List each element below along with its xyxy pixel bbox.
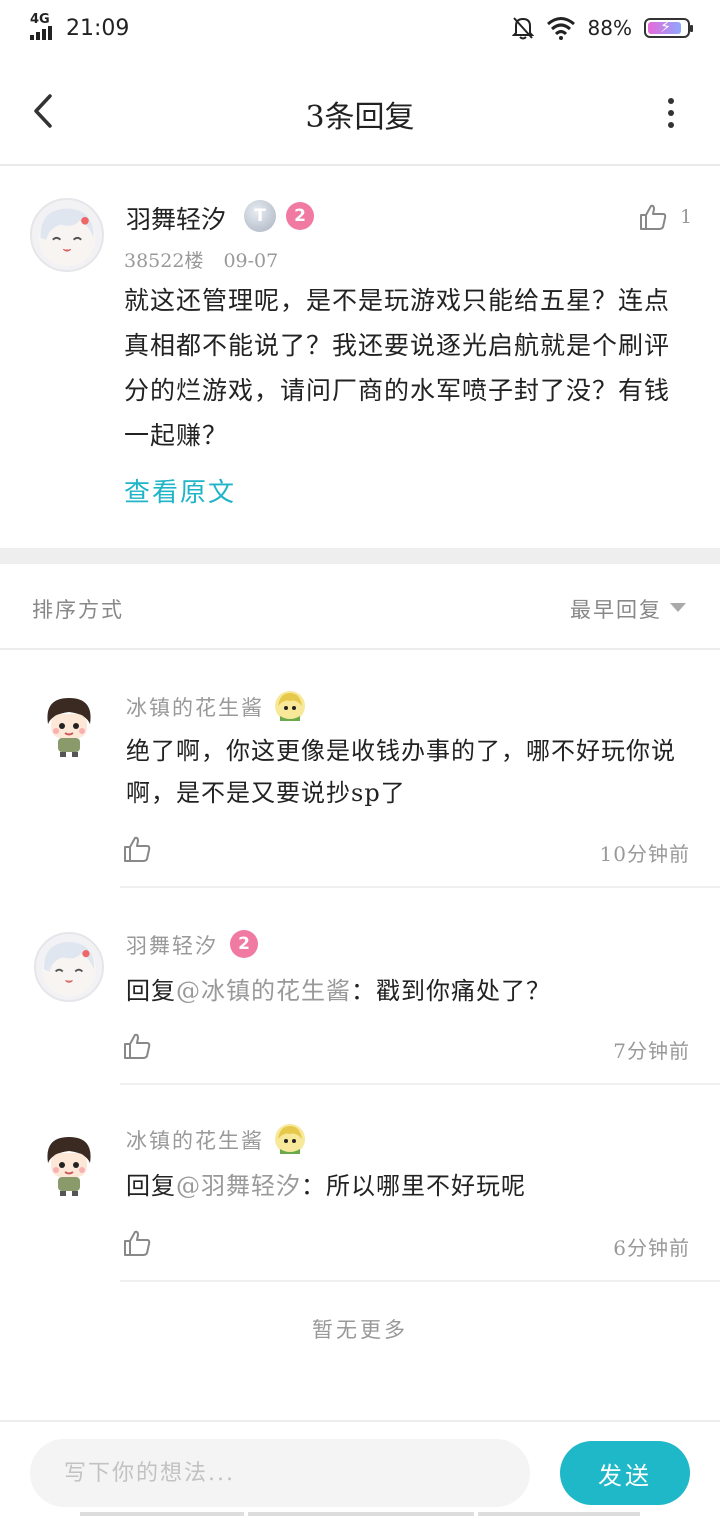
main-comment: 羽舞轻汐 T 2 1 38522楼 09-07 就这还管理呢，是不是玩游戏只能给五… (0, 168, 720, 548)
reply-time: 10分钟前 (599, 842, 690, 866)
send-button[interactable]: 发送 (560, 1441, 690, 1505)
wifi-icon (546, 17, 575, 40)
reply-time: 6分钟前 (613, 1236, 690, 1260)
chevron-down-icon[interactable] (670, 603, 686, 612)
username[interactable]: 冰镇的花生酱 (126, 692, 264, 722)
mute-bell-icon (511, 17, 534, 40)
clock: 21:09 (66, 15, 130, 41)
floor-number: 38522楼 (124, 250, 204, 272)
sort-label: 排序方式 (32, 598, 124, 622)
nav-bar (478, 1512, 640, 1516)
reply-time: 7分钟前 (613, 1039, 690, 1063)
status-bar: 4G 21:09 88% ⚡ (0, 0, 720, 56)
battery-percent: 88% (587, 16, 632, 40)
comment-composer: 发送 (0, 1420, 720, 1520)
avatar[interactable] (34, 690, 104, 760)
avatar[interactable] (30, 198, 104, 272)
reply-item: 冰镇的花生酱 绝了啊，你这更像是收钱办事的了，哪不好玩你说啊，是不是又要说抄sp… (0, 650, 720, 888)
sort-bar: 排序方式 最早回复 (0, 564, 720, 650)
page-title: 3条回复 (305, 100, 415, 135)
view-original-link[interactable]: 查看原文 (124, 472, 236, 509)
thumbs-up-icon[interactable] (638, 202, 668, 232)
reply-text: 回复@冰镇的花生酱：戳到你痛处了？ (126, 977, 551, 1005)
divider (120, 1280, 720, 1282)
signal-icon: 4G (30, 12, 60, 42)
thumbs-up-icon[interactable] (122, 834, 152, 864)
username[interactable]: 冰镇的花生酱 (126, 1125, 264, 1155)
username[interactable]: 羽舞轻汐 (126, 930, 218, 960)
avatar[interactable] (34, 932, 104, 1002)
reply-text: 绝了啊，你这更像是收钱办事的了，哪不好玩你说啊，是不是又要说抄sp了 (126, 737, 676, 807)
thumbs-up-icon[interactable] (122, 1031, 152, 1061)
title-badge: T (244, 200, 276, 232)
character-badge-icon (275, 691, 305, 721)
comment-meta: 38522楼 09-07 (124, 246, 278, 273)
level-badge: 2 (286, 202, 314, 230)
character-badge-icon (275, 1124, 305, 1154)
more-options-icon[interactable] (668, 98, 676, 128)
comment-text: 就这还管理呢，是不是玩游戏只能给五星？连点真相都不能说了？我还要说逐光启航就是个… (124, 286, 671, 450)
reply-item: 羽舞轻汐 2 回复@冰镇的花生酱：戳到你痛处了？ 7分钟前 (0, 888, 720, 1085)
username[interactable]: 羽舞轻汐 (126, 200, 226, 236)
no-more-text: 暂无更多 (312, 1318, 408, 1342)
level-badge: 2 (230, 930, 258, 958)
nav-bar (248, 1512, 474, 1516)
nav-bar (80, 1512, 244, 1516)
comment-date: 09-07 (223, 250, 279, 272)
top-bar: 3条回复 (0, 56, 720, 166)
like-count: 1 (680, 206, 693, 228)
sort-dropdown[interactable]: 最早回复 (570, 594, 662, 624)
reply-item: 冰镇的花生酱 回复@羽舞轻汐：所以哪里不好玩呢 6分钟前 (0, 1085, 720, 1282)
comment-input[interactable] (30, 1439, 530, 1507)
thumbs-up-icon[interactable] (122, 1228, 152, 1258)
avatar[interactable] (34, 1129, 104, 1199)
section-divider (0, 548, 720, 564)
reply-text: 回复@羽舞轻汐：所以哪里不好玩呢 (126, 1172, 526, 1200)
battery-icon: ⚡ (644, 17, 693, 38)
